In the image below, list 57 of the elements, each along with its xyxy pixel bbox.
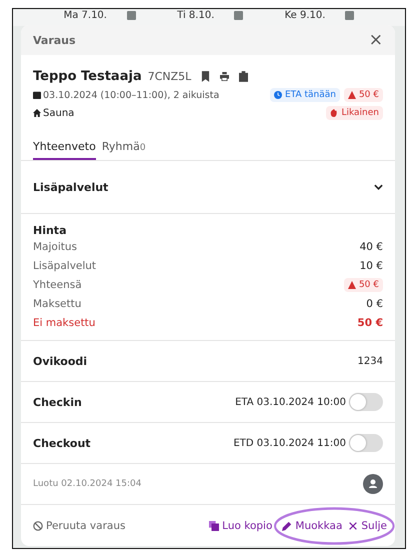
close-button[interactable]: × bbox=[368, 30, 383, 50]
chevron-icon[interactable] bbox=[374, 184, 383, 190]
section-title: Hinta bbox=[33, 224, 68, 237]
check-time: ETA 03.10.2024 10:00 bbox=[235, 396, 346, 408]
price-value: 40 € bbox=[360, 241, 383, 253]
day-label: Ti 8.10. bbox=[177, 10, 214, 21]
toggle-switch[interactable] bbox=[349, 434, 383, 452]
copy-icon bbox=[209, 520, 220, 530]
price-value: 50 € bbox=[344, 278, 383, 292]
section-title: Lisäpalvelut bbox=[33, 180, 108, 194]
clock-icon bbox=[274, 91, 282, 99]
price-value: 10 € bbox=[360, 260, 383, 272]
check-label: Checkin bbox=[33, 396, 82, 408]
price-label: Ei maksettu bbox=[33, 317, 96, 329]
status-badge: Likainen bbox=[326, 106, 383, 120]
guest-name: Teppo Testaaja bbox=[33, 69, 142, 84]
cancel-icon bbox=[33, 520, 43, 530]
fire-icon bbox=[330, 109, 338, 117]
bookmark-icon[interactable] bbox=[201, 71, 210, 82]
note-icon[interactable] bbox=[234, 11, 244, 20]
check-label: Checkout bbox=[33, 436, 91, 450]
close-dialog-button[interactable]: Sulje bbox=[348, 518, 387, 534]
price-label: Yhteensä bbox=[33, 279, 82, 291]
warning-icon bbox=[348, 281, 356, 289]
booking-dates: 03.10.2024 (10:00–11:00), 2 aikuista bbox=[43, 90, 220, 100]
price-label: Lisäpalvelut bbox=[33, 260, 96, 272]
status-badge: 50 € bbox=[344, 88, 383, 102]
day-label: Ma 7.10. bbox=[64, 10, 107, 21]
door-code: 1234 bbox=[358, 356, 383, 366]
tab[interactable]: Ryhmä0 bbox=[102, 138, 146, 160]
check-time: ETD 03.10.2024 11:00 bbox=[233, 438, 346, 448]
cancel-booking-button[interactable]: Peruuta varaus bbox=[33, 518, 126, 534]
price-value: 50 € bbox=[357, 317, 383, 329]
booking-code: 7CNZ5L bbox=[148, 70, 192, 83]
created-time: Luotu 02.10.2024 15:04 bbox=[33, 479, 142, 489]
price-label: Majoitus bbox=[33, 241, 77, 253]
dialog-title: Varaus bbox=[33, 34, 76, 46]
calendar-icon bbox=[33, 91, 41, 99]
status-badge: ETA tänään bbox=[270, 88, 340, 102]
print-icon[interactable] bbox=[220, 71, 230, 82]
copy-button[interactable]: Luo kopio bbox=[209, 518, 272, 534]
clipboard-icon[interactable] bbox=[239, 71, 248, 82]
toggle-switch[interactable] bbox=[349, 393, 383, 411]
note-icon[interactable] bbox=[345, 11, 354, 20]
user-icon[interactable] bbox=[363, 474, 383, 494]
edit-button[interactable]: Muokkaa bbox=[282, 518, 342, 534]
door-code-label: Ovikoodi bbox=[33, 354, 88, 368]
home-icon bbox=[33, 109, 41, 117]
note-icon[interactable] bbox=[126, 11, 136, 20]
warning-icon bbox=[348, 91, 356, 99]
day-label: Ke 9.10. bbox=[284, 10, 326, 21]
pencil-icon bbox=[282, 520, 292, 530]
close-icon bbox=[348, 520, 358, 530]
tab[interactable]: Yhteenveto bbox=[33, 138, 96, 160]
price-label: Maksettu bbox=[33, 298, 82, 310]
unit-name: Sauna bbox=[43, 108, 74, 118]
price-value: 0 € bbox=[366, 298, 383, 310]
